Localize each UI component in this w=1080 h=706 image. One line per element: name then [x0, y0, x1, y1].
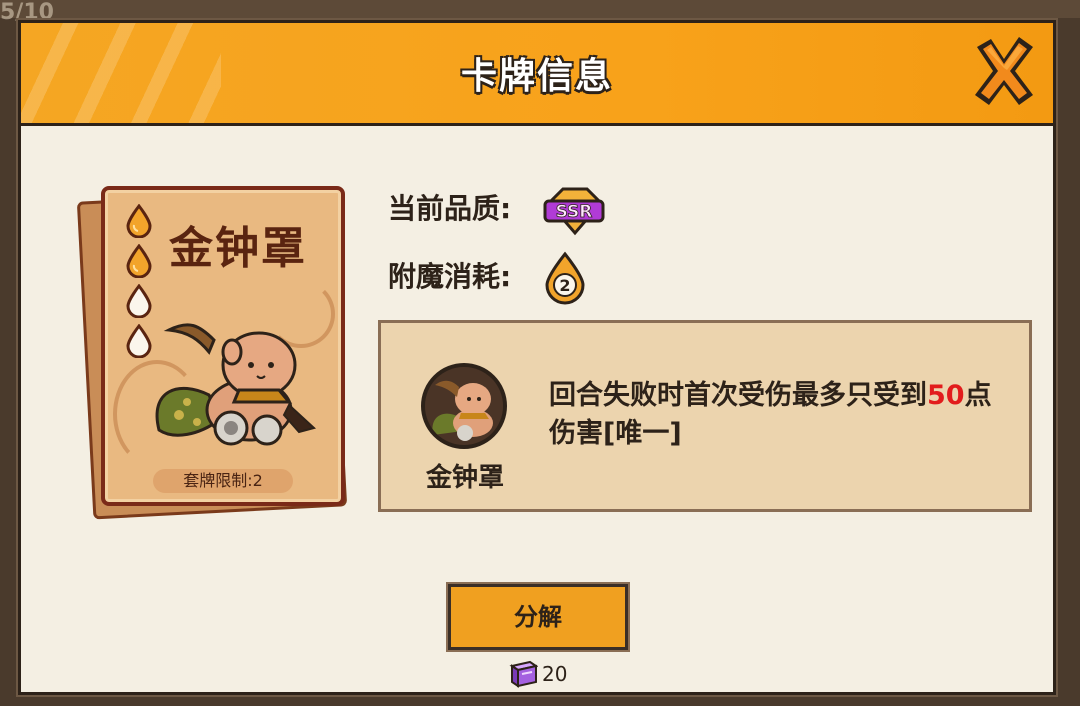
damage-value: 50: [927, 380, 965, 411]
close-button[interactable]: [969, 33, 1039, 109]
dialog-title: 卡牌信息: [460, 56, 613, 97]
enchant-value: 2: [559, 276, 570, 295]
skill-portrait: [421, 363, 507, 449]
quality-label: 当前品质:: [388, 192, 512, 225]
ssr-text: SSR: [556, 202, 593, 222]
background-bar: [0, 0, 1080, 18]
card-info-dialog: 卡牌信息 金钟罩 套牌限制:2 当前品质: SSR 附魔消耗: 2 金钟罩 回合…: [18, 20, 1056, 695]
card-name: 金钟罩: [169, 223, 307, 274]
reward-count: 20: [542, 662, 568, 686]
close-x-icon: [975, 37, 1033, 105]
monkey-warrior-image: [425, 367, 503, 445]
drop-icon: [126, 204, 152, 238]
skill-name: 金钟罩: [425, 463, 504, 493]
skill-description-panel: 金钟罩 回合失败时首次受伤最多只受到50点伤害[唯一]: [378, 320, 1032, 512]
skill-description: 回合失败时首次受伤最多只受到50点伤害[唯一]: [549, 377, 1009, 453]
enchant-drop-icon: 2: [545, 251, 585, 305]
purple-book-icon: [509, 660, 538, 688]
monkey-warrior-image: [155, 323, 317, 446]
decompose-reward: 20: [508, 659, 567, 689]
enchant-label: 附魔消耗:: [388, 260, 512, 293]
decompose-button[interactable]: 分解: [448, 584, 628, 650]
ssr-badge-icon: SSR: [543, 187, 605, 236]
dialog-header: 卡牌信息: [21, 23, 1053, 126]
description-text: 回合失败时首次受伤最多只受到: [549, 380, 927, 411]
skill-card: 金钟罩 套牌限制:2: [101, 186, 345, 506]
deck-limit-label: 套牌限制:2: [153, 469, 293, 493]
drop-icon: [126, 244, 152, 278]
